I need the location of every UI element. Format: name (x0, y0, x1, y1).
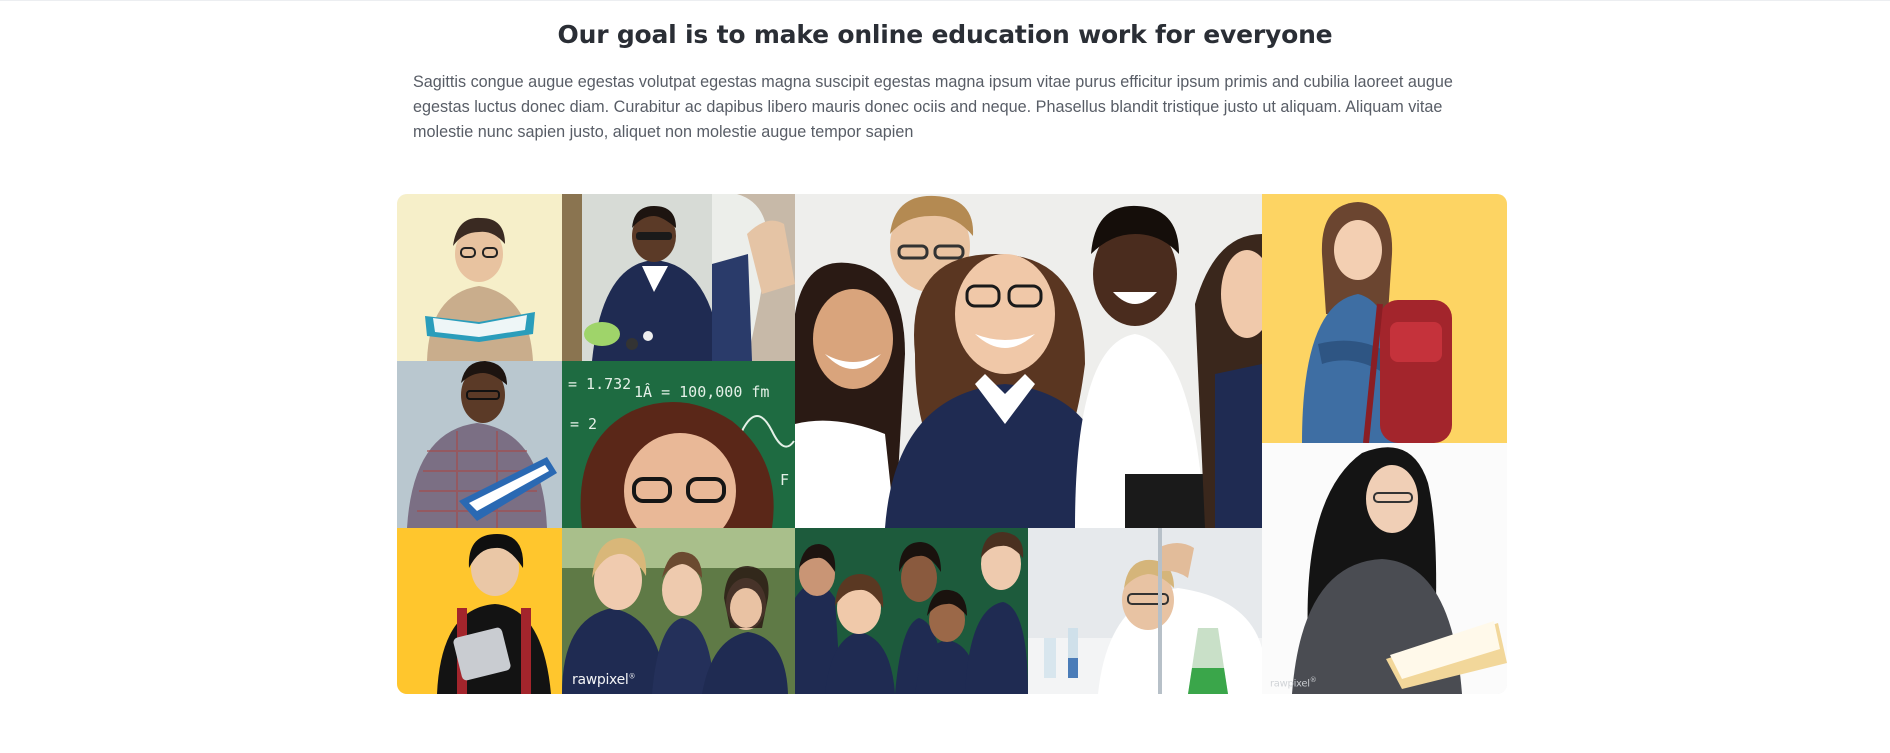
students-photo-collage: = 1.732 1Â = 100,000 fm = 2 F rawpixel® … (397, 194, 1507, 694)
photo-students-outdoors: rawpixel® (562, 528, 795, 694)
board-formula-3: = 2 (570, 415, 597, 433)
section-paragraph: Sagittis congue augue egestas volutpat e… (413, 73, 1453, 141)
photo-class-at-greenboard (795, 528, 1028, 694)
photo-boy-chemistry-experiment (1028, 528, 1262, 694)
photo-girl-at-blackboard: = 1.732 1Â = 100,000 fm = 2 F (562, 361, 795, 528)
photo-student-in-lab (562, 194, 795, 361)
rawpixel-watermark: rawpixel® (572, 672, 636, 688)
board-formula-1: = 1.732 (568, 375, 631, 393)
photo-boy-with-tablet (397, 528, 562, 694)
photo-boy-reading-book (397, 194, 562, 361)
photo-girl-with-backpack (1262, 194, 1507, 443)
photo-girl-reading-book: rawpixel® (1262, 443, 1507, 694)
board-formula-4: F (780, 471, 789, 489)
board-formula-2: 1Â = 100,000 fm (634, 382, 769, 401)
rawpixel-watermark-2: rawpixel® (1270, 675, 1317, 689)
photo-students-group-smiling (795, 194, 1262, 528)
top-divider (0, 0, 1890, 1)
section-heading: Our goal is to make online education wor… (557, 20, 1333, 49)
photo-man-reading-book (397, 361, 562, 528)
